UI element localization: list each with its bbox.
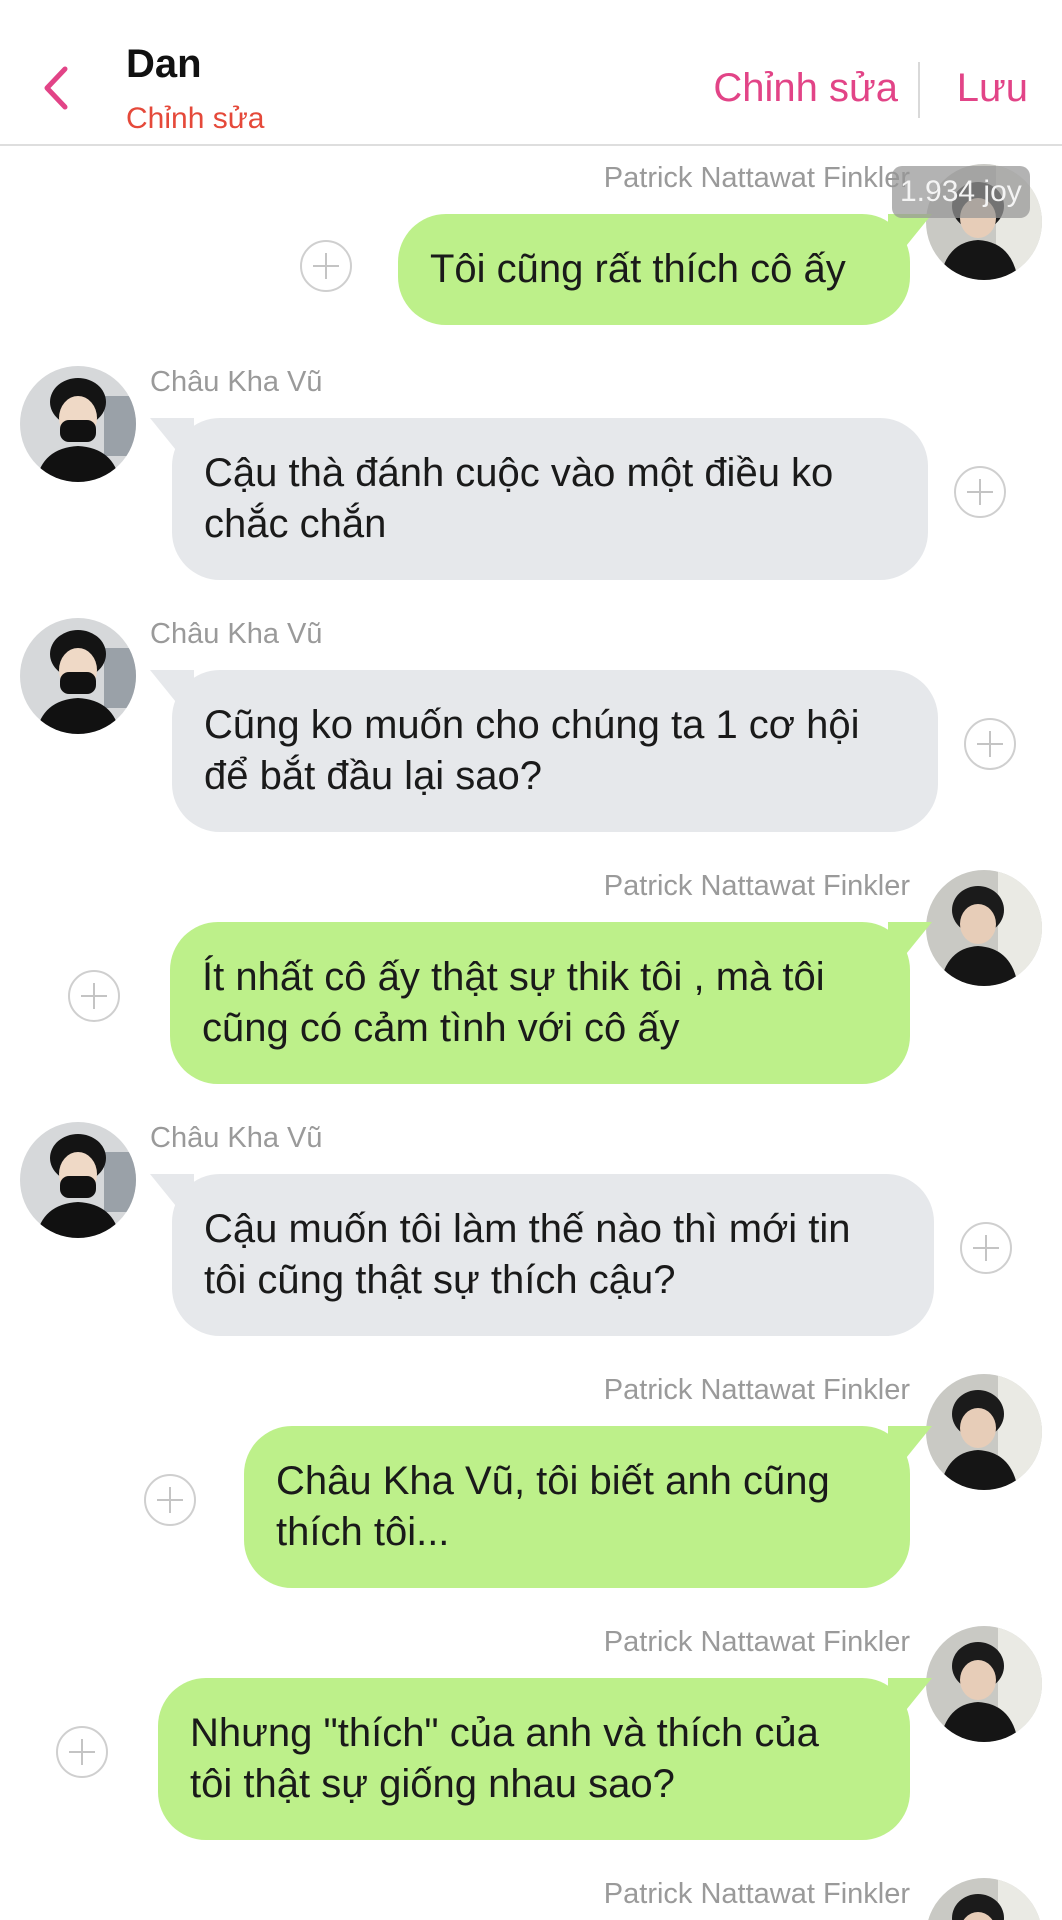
message-line: Cậu muốn tôi làm thế nào thì mới tin (204, 1207, 851, 1251)
message-bubble[interactable]: Cũng ko muốn cho chúng ta 1 cơ hội để bắ… (172, 670, 938, 832)
add-reaction-button[interactable] (954, 466, 1006, 518)
message-bubble[interactable]: Tôi cũng rất thích cô ấy (398, 214, 910, 325)
message-bubble[interactable]: Cậu muốn tôi làm thế nào thì mới tin tôi… (172, 1174, 934, 1336)
message-line: Ít nhất cô ấy thật sự thik tôi , mà tôi (202, 955, 825, 999)
sender-name: Patrick Nattawat Finkler (603, 1374, 910, 1406)
add-reaction-button[interactable] (144, 1474, 196, 1526)
add-reaction-button[interactable] (68, 970, 120, 1022)
sender-name: Châu Kha Vũ (150, 1122, 323, 1154)
message-line: Cậu thà đánh cuộc vào một điều ko (204, 451, 834, 495)
edit-button[interactable]: Chỉnh sửa (713, 66, 898, 111)
message-item: Châu Kha Vũ Cậu muốn tôi làm thế nào thì… (0, 1122, 1062, 1336)
message-item: Châu Kha Vũ Cậu thà đánh cuộc vào một đi… (0, 366, 1062, 580)
sender-name: Patrick Nattawat Finkler (603, 870, 910, 902)
message-item: Patrick Nattawat Finkler Nhưng "thích" c… (0, 1626, 1062, 1840)
message-bubble[interactable]: Châu Kha Vũ, tôi biết anh cũng thích tôi… (244, 1426, 910, 1588)
header-divider (918, 62, 920, 118)
add-reaction-button[interactable] (960, 1222, 1012, 1274)
message-line: Tôi cũng rất thích cô ấy (430, 247, 846, 291)
message-bubble[interactable]: Ít nhất cô ấy thật sự thik tôi , mà tôi … (170, 922, 910, 1084)
avatar[interactable] (926, 1626, 1042, 1742)
avatar[interactable] (20, 1122, 136, 1238)
back-button[interactable] (34, 58, 78, 118)
message-line: Cũng ko muốn cho chúng ta 1 cơ hội (204, 703, 860, 747)
sender-name: Châu Kha Vũ (150, 366, 323, 398)
message-bubble[interactable]: Nhưng "thích" của anh và thích của tôi t… (158, 1678, 910, 1840)
avatar[interactable] (926, 870, 1042, 986)
chat-header: Dan Chỉnh sửa Chỉnh sửa Lưu (0, 0, 1062, 146)
message-bubble[interactable]: Cậu thà đánh cuộc vào một điều ko chắc c… (172, 418, 928, 580)
add-reaction-button[interactable] (56, 1726, 108, 1778)
avatar[interactable] (20, 618, 136, 734)
message-line: chắc chắn (204, 502, 387, 546)
chevron-left-icon (44, 66, 68, 110)
chat-subtitle: Chỉnh sửa (126, 102, 265, 135)
message-line: cũng có cảm tình với cô ấy (202, 1006, 680, 1050)
sender-name: Châu Kha Vũ (150, 618, 323, 650)
message-line: thích tôi... (276, 1510, 450, 1554)
sender-name: Patrick Nattawat Finkler (603, 1626, 910, 1658)
add-reaction-button[interactable] (964, 718, 1016, 770)
message-line: để bắt đầu lại sao? (204, 754, 543, 798)
chat-title: Dan (126, 42, 202, 86)
avatar[interactable] (20, 366, 136, 482)
joy-badge: 1.934 joy (892, 166, 1030, 218)
avatar[interactable] (926, 1374, 1042, 1490)
message-item: Châu Kha Vũ Cũng ko muốn cho chúng ta 1 … (0, 618, 1062, 832)
message-line: Nhưng "thích" của anh và thích của (190, 1711, 819, 1755)
message-item: Patrick Nattawat Finkler Ít nhất cô ấy t… (0, 870, 1062, 1084)
sender-name: Patrick Nattawat Finkler (603, 1878, 910, 1910)
add-reaction-button[interactable] (300, 240, 352, 292)
message-line: Châu Kha Vũ, tôi biết anh cũng (276, 1459, 830, 1503)
avatar[interactable] (926, 1878, 1042, 1920)
sender-name: Patrick Nattawat Finkler (603, 162, 910, 194)
message-item: Patrick Nattawat Finkler Châu Kha Vũ, tô… (0, 1374, 1062, 1588)
message-line: tôi thật sự giống nhau sao? (190, 1762, 675, 1806)
message-item: Patrick Nattawat Finkler (0, 1878, 1062, 1920)
message-line: tôi cũng thật sự thích cậu? (204, 1258, 676, 1302)
save-button[interactable]: Lưu (957, 66, 1028, 111)
